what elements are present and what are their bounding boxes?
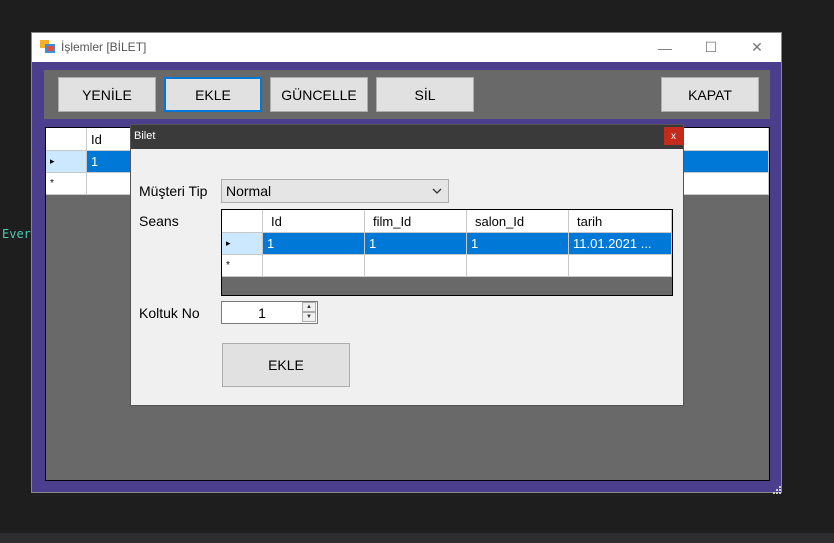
grid-corner-header[interactable] xyxy=(46,128,87,151)
musteri-tip-select[interactable]: Normal xyxy=(221,179,449,203)
new-row-indicator[interactable]: * xyxy=(46,173,87,195)
seans-label: Seans xyxy=(139,213,179,229)
new-row-indicator[interactable]: * xyxy=(222,255,263,277)
table-cell-id[interactable]: 1 xyxy=(263,233,365,255)
resize-grip-icon[interactable] xyxy=(771,484,781,494)
guncelle-button[interactable]: GÜNCELLE xyxy=(270,77,368,112)
current-row-indicator[interactable]: ▸ xyxy=(222,233,263,255)
close-button[interactable]: ✕ xyxy=(734,33,780,62)
column-header-film-id[interactable]: film_Id xyxy=(365,210,467,233)
yenile-button[interactable]: YENİLE xyxy=(58,77,156,112)
table-cell-tarih[interactable]: 11.01.2021 ... xyxy=(569,233,672,255)
dialog-title-bar[interactable]: Bilet x xyxy=(131,125,683,149)
editor-snippet: Ever xyxy=(2,227,31,241)
musteri-tip-value: Normal xyxy=(226,183,272,199)
window-title: İşlemler [BİLET] xyxy=(61,40,147,54)
seans-data-grid[interactable]: Id film_Id salon_Id tarih ▸ 1 1 1 11.01.… xyxy=(221,209,673,296)
chevron-down-icon xyxy=(432,188,442,194)
dialog-close-button[interactable]: x xyxy=(664,127,683,145)
stepper-down-icon[interactable]: ▼ xyxy=(302,312,316,322)
dialog-title: Bilet xyxy=(134,130,156,142)
grid-corner-header[interactable] xyxy=(222,210,263,233)
toolbar: YENİLE EKLE GÜNCELLE SİL KAPAT xyxy=(44,70,770,119)
table-cell-film-id[interactable]: 1 xyxy=(365,233,467,255)
koltuk-no-value: 1 xyxy=(258,305,266,321)
app-icon xyxy=(40,40,55,53)
dialog-ekle-button[interactable]: EKLE xyxy=(222,343,350,387)
new-row-cell[interactable] xyxy=(263,255,365,277)
kapat-button[interactable]: KAPAT xyxy=(661,77,759,112)
koltuk-no-stepper[interactable]: 1 ▲ ▼ xyxy=(221,301,318,324)
maximize-button[interactable]: ☐ xyxy=(688,33,734,62)
table-cell-salon-id[interactable]: 1 xyxy=(467,233,569,255)
musteri-tip-label: Müşteri Tip xyxy=(139,183,208,199)
new-row-cell[interactable] xyxy=(467,255,569,277)
new-row-cell[interactable] xyxy=(569,255,672,277)
new-row-cell[interactable] xyxy=(365,255,467,277)
taskbar-strip xyxy=(0,533,834,543)
column-header-tarih[interactable]: tarih xyxy=(569,210,672,233)
column-header-id[interactable]: Id xyxy=(263,210,365,233)
koltuk-no-label: Koltuk No xyxy=(139,305,200,321)
ekle-button[interactable]: EKLE xyxy=(164,77,262,112)
stepper-up-icon[interactable]: ▲ xyxy=(302,302,316,312)
sil-button[interactable]: SİL xyxy=(376,77,474,112)
title-bar[interactable]: İşlemler [BİLET] — ☐ ✕ xyxy=(32,33,781,62)
current-row-indicator[interactable]: ▸ xyxy=(46,151,87,173)
column-header-salon-id[interactable]: salon_Id xyxy=(467,210,569,233)
bilet-dialog: Bilet x Müşteri Tip Normal Seans Id film… xyxy=(130,124,684,406)
minimize-button[interactable]: — xyxy=(642,33,688,62)
